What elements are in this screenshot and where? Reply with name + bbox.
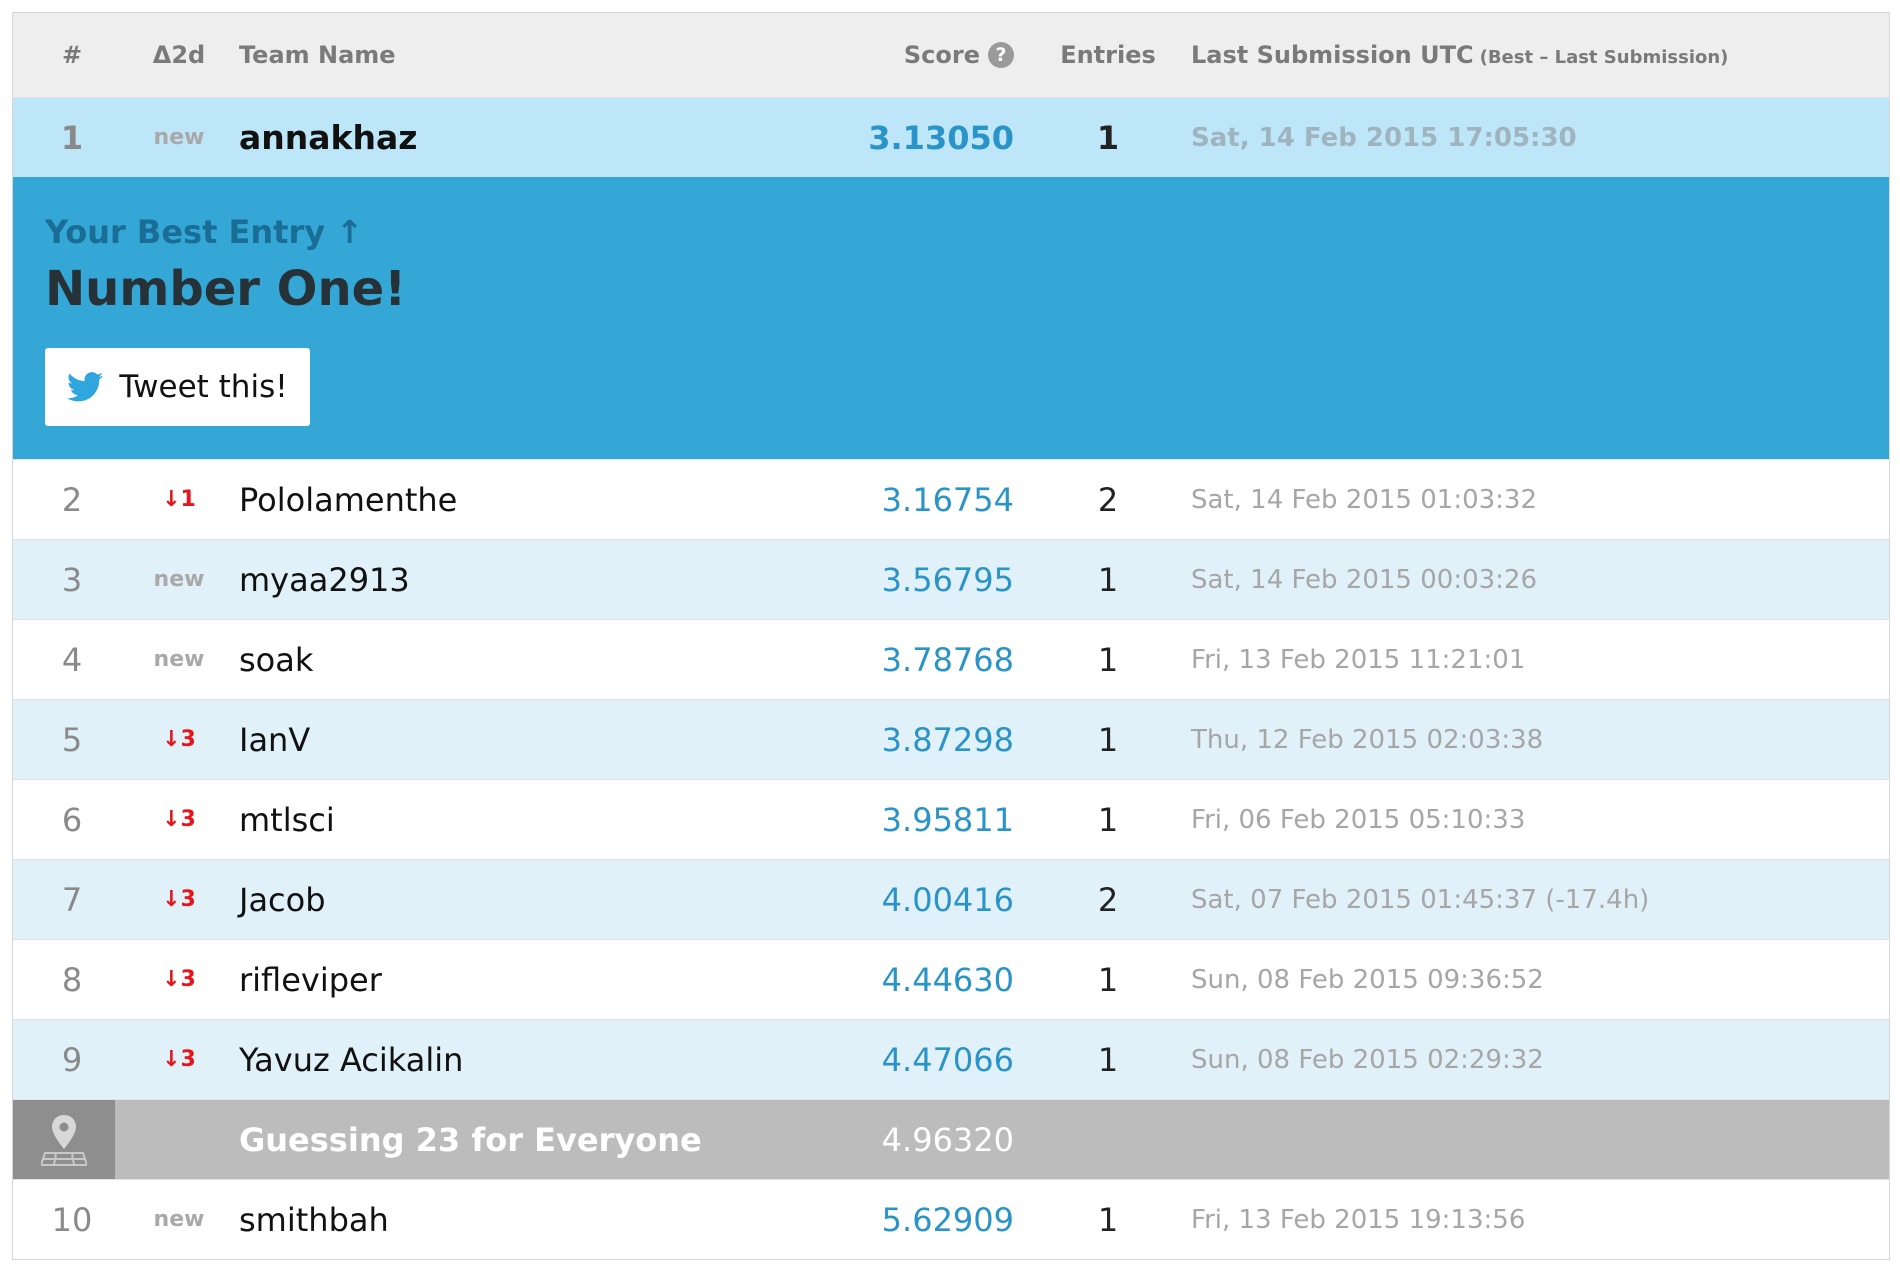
delta-badge: ↓3 xyxy=(162,967,196,992)
table-row-highlighted[interactable]: 1 new annakhaz 3.13050 1 Sat, 14 Feb 201… xyxy=(13,97,1889,177)
last-submission: Fri, 06 Feb 2015 05:10:33 xyxy=(1191,804,1526,835)
entries: 1 xyxy=(1097,560,1119,599)
team-name[interactable]: mtlsci xyxy=(239,780,839,859)
score[interactable]: 4.00416 xyxy=(839,860,1014,939)
entries: 1 xyxy=(1097,720,1119,759)
rank: 1 xyxy=(60,118,84,157)
best-entry-banner: Your Best Entry ↑ Number One! Tweet this… xyxy=(13,177,1889,459)
rank: 4 xyxy=(61,640,83,679)
delta-badge: ↓3 xyxy=(162,727,196,752)
team-name[interactable]: Jacob xyxy=(239,860,839,939)
rank: 6 xyxy=(61,800,83,839)
team-name[interactable]: smithbah xyxy=(239,1180,839,1259)
best-entry-label: Your Best Entry ↑ xyxy=(45,213,364,251)
last-submission: Sat, 14 Feb 2015 01:03:32 xyxy=(1191,484,1538,515)
map-pin-icon xyxy=(41,1114,87,1166)
table-row[interactable]: 7 ↓3 Jacob 4.00416 2 Sat, 07 Feb 2015 01:45:3… xyxy=(13,859,1889,939)
tweet-button-label: Tweet this! xyxy=(119,369,288,405)
benchmark-icon-box xyxy=(13,1100,115,1179)
header-last-label: Last Submission UTC xyxy=(1191,41,1474,69)
help-icon[interactable]: ? xyxy=(988,42,1014,68)
entries: 1 xyxy=(1097,800,1119,839)
delta-badge: new xyxy=(153,647,205,672)
table-row[interactable]: 6 ↓3 mtlsci 3.95811 1 Fri, 06 Feb 2015 05:10:… xyxy=(13,779,1889,859)
twitter-bird-icon xyxy=(67,372,104,402)
header-last-sublabel: (Best – Last Submission) xyxy=(1479,46,1729,68)
delta-badge: ↓3 xyxy=(162,807,196,832)
header-entries[interactable]: Entries xyxy=(1043,13,1173,97)
leaderboard: # Δ2d Team Name Score ? Entries Last Sub… xyxy=(12,12,1890,1260)
score[interactable]: 3.16754 xyxy=(839,460,1014,539)
benchmark-score: 4.96320 xyxy=(881,1120,1014,1159)
team-name[interactable]: rifleviper xyxy=(239,940,839,1019)
table-row[interactable]: 9 ↓3 Yavuz Acikalin 4.47066 1 Sun, 08 Feb 201… xyxy=(13,1019,1889,1099)
entries: 2 xyxy=(1097,880,1119,919)
delta-badge: new xyxy=(153,1207,205,1232)
header-team-name[interactable]: Team Name xyxy=(239,13,839,97)
table-row[interactable]: 8 ↓3 rifleviper 4.44630 1 Sun, 08 Feb 2015 09… xyxy=(13,939,1889,1019)
entries: 1 xyxy=(1097,1040,1119,1079)
table-row[interactable]: 10 new smithbah 5.62909 1 Fri, 13 Feb 20… xyxy=(13,1179,1889,1259)
header-delta[interactable]: Δ2d xyxy=(131,13,227,97)
header-rank[interactable]: # xyxy=(13,13,131,97)
last-submission: Thu, 12 Feb 2015 02:03:38 xyxy=(1191,724,1544,755)
score[interactable]: 4.47066 xyxy=(839,1020,1014,1099)
score[interactable]: 3.78768 xyxy=(839,620,1014,699)
rank: 8 xyxy=(61,960,83,999)
table-row[interactable]: 4 new soak 3.78768 1 Fri, 13 Feb 2015 11:21:0… xyxy=(13,619,1889,699)
delta-badge: new xyxy=(153,125,205,150)
leaderboard-header: # Δ2d Team Name Score ? Entries Last Sub… xyxy=(13,13,1889,97)
last-submission: Fri, 13 Feb 2015 11:21:01 xyxy=(1191,644,1526,675)
team-name[interactable]: soak xyxy=(239,620,839,699)
table-row[interactable]: 2 ↓1 Pololamenthe 3.16754 2 Sat, 14 Feb 2015 … xyxy=(13,459,1889,539)
entries: 1 xyxy=(1097,640,1119,679)
last-submission: Sat, 14 Feb 2015 17:05:30 xyxy=(1191,122,1577,153)
last-submission: Sat, 07 Feb 2015 01:45:37 (-17.4h) xyxy=(1191,884,1650,915)
delta-badge: ↓3 xyxy=(162,887,196,912)
score[interactable]: 4.44630 xyxy=(839,940,1014,1019)
header-score[interactable]: Score ? xyxy=(839,13,1014,97)
rank: 10 xyxy=(51,1200,93,1239)
header-last-submission[interactable]: Last Submission UTC (Best – Last Submiss… xyxy=(1191,13,1871,97)
score[interactable]: 5.62909 xyxy=(839,1180,1014,1259)
table-row[interactable]: 5 ↓3 IanV 3.87298 1 Thu, 12 Feb 2015 02:03:38 xyxy=(13,699,1889,779)
entries: 1 xyxy=(1096,118,1120,157)
last-submission: Fri, 13 Feb 2015 19:13:56 xyxy=(1191,1204,1526,1235)
delta-badge: ↓1 xyxy=(162,487,196,512)
rank: 9 xyxy=(61,1040,83,1079)
score[interactable]: 3.95811 xyxy=(839,780,1014,859)
score[interactable]: 3.13050 xyxy=(839,98,1014,177)
last-submission: Sat, 14 Feb 2015 00:03:26 xyxy=(1191,564,1538,595)
rank: 5 xyxy=(61,720,83,759)
team-name[interactable]: annakhaz xyxy=(239,98,839,177)
delta-badge: new xyxy=(153,567,205,592)
entries: 2 xyxy=(1097,480,1119,519)
team-name[interactable]: Pololamenthe xyxy=(239,460,839,539)
tweet-button[interactable]: Tweet this! xyxy=(45,348,310,426)
rank: 2 xyxy=(61,480,83,519)
score[interactable]: 3.56795 xyxy=(839,540,1014,619)
rank: 7 xyxy=(61,880,83,919)
last-submission: Sun, 08 Feb 2015 02:29:32 xyxy=(1191,1044,1544,1075)
banner-title: Number One! xyxy=(45,261,407,317)
header-score-label: Score xyxy=(903,41,980,69)
delta-badge: ↓3 xyxy=(162,1047,196,1072)
benchmark-row[interactable]: Guessing 23 for Everyone 4.96320 xyxy=(13,1099,1889,1179)
leaderboard-rows: 2 ↓1 Pololamenthe 3.16754 2 Sat, 14 Feb 2015 … xyxy=(13,459,1889,1099)
entries: 1 xyxy=(1097,1200,1119,1239)
entries: 1 xyxy=(1097,960,1119,999)
rank: 3 xyxy=(61,560,83,599)
team-name[interactable]: IanV xyxy=(239,700,839,779)
last-submission: Sun, 08 Feb 2015 09:36:52 xyxy=(1191,964,1544,995)
table-row[interactable]: 3 new myaa2913 3.56795 1 Sat, 14 Feb 2015 00:… xyxy=(13,539,1889,619)
team-name[interactable]: myaa2913 xyxy=(239,540,839,619)
team-name[interactable]: Yavuz Acikalin xyxy=(239,1020,839,1099)
benchmark-name: Guessing 23 for Everyone xyxy=(239,1120,702,1159)
score[interactable]: 3.87298 xyxy=(839,700,1014,779)
